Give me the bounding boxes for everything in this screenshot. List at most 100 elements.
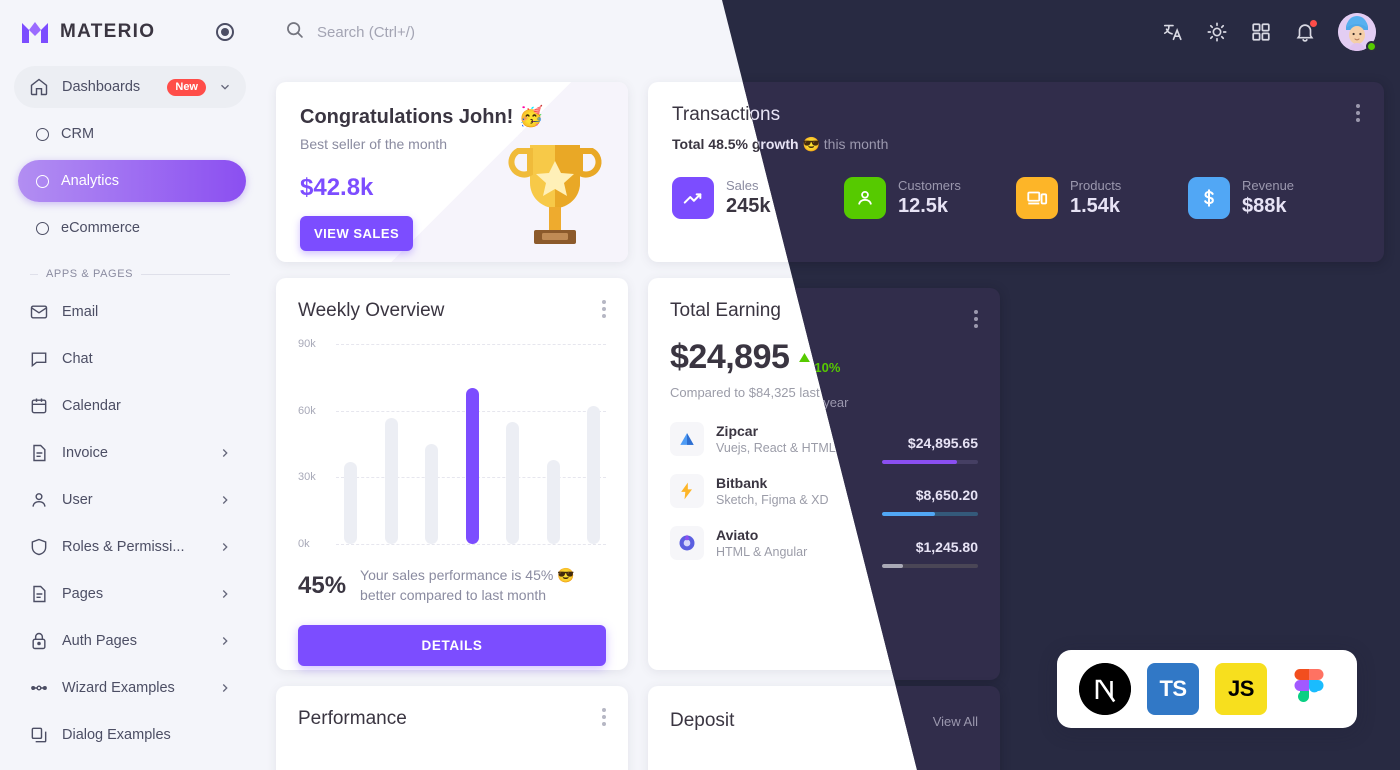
sidebar-item-label: Chat bbox=[62, 351, 93, 367]
more-vertical-icon[interactable] bbox=[602, 708, 606, 726]
translate-icon[interactable] bbox=[1162, 21, 1184, 43]
bitbank-icon bbox=[670, 474, 704, 508]
deposit-view-all-link[interactable]: View All bbox=[933, 714, 978, 729]
weekly-overview-title: Weekly Overview bbox=[298, 300, 445, 321]
search-input[interactable] bbox=[317, 23, 677, 41]
congratulations-card: Congratulations John! 🥳 Best seller of t… bbox=[276, 82, 628, 262]
stat-label: Sales bbox=[726, 178, 759, 193]
sun-icon[interactable] bbox=[1206, 21, 1228, 43]
chevron-right-icon bbox=[218, 587, 232, 601]
performance-percent: 45% bbox=[298, 571, 347, 599]
chevron-right-icon bbox=[218, 681, 232, 695]
transactions-period: this month bbox=[823, 136, 889, 152]
page-title: Congratulations John! 🥳 bbox=[300, 106, 544, 128]
sidebar-item-label: Wizard Examples bbox=[62, 680, 175, 696]
performance-description: Your sales performance is 45% 😎 better c… bbox=[360, 567, 575, 603]
performance-title: Performance bbox=[298, 708, 407, 729]
item-desc: HTML & Angular bbox=[716, 545, 808, 559]
sidebar-item-calendar[interactable]: Calendar bbox=[14, 385, 246, 427]
avatar[interactable] bbox=[1338, 13, 1377, 52]
circle-icon bbox=[36, 127, 49, 141]
bar bbox=[344, 462, 357, 544]
grid-icon[interactable] bbox=[1250, 21, 1272, 43]
chevron-right-icon bbox=[218, 493, 232, 507]
more-vertical-icon[interactable] bbox=[602, 300, 606, 318]
search-icon bbox=[284, 19, 305, 45]
item-name: Aviato bbox=[716, 527, 759, 543]
sidebar-item-dialog-examples[interactable]: Dialog Examples bbox=[14, 714, 246, 756]
tech-logos-panel: TS JS bbox=[1057, 650, 1357, 728]
user-icon bbox=[844, 177, 886, 219]
transactions-emoji: 😎 bbox=[802, 136, 820, 152]
sidebar-item-analytics[interactable]: Analytics bbox=[18, 160, 246, 202]
badge-new: New bbox=[167, 78, 206, 96]
sidebar-item-invoice[interactable]: Invoice bbox=[14, 432, 246, 474]
item-name: Bitbank bbox=[716, 475, 768, 491]
bar bbox=[384, 418, 398, 544]
sidebar-item-roles[interactable]: Roles & Permissi... bbox=[14, 526, 246, 568]
total-earning-amount: $24,895 bbox=[670, 338, 790, 376]
sidebar-header: MATERIO bbox=[0, 0, 260, 64]
item-price: $8,650.20 bbox=[915, 486, 978, 503]
sidebar-item-label: Auth Pages bbox=[62, 633, 137, 649]
stat-label: Revenue bbox=[1242, 178, 1295, 193]
trophy-icon bbox=[500, 133, 610, 258]
transactions-title: Transactions bbox=[722, 104, 1356, 126]
performance-card: Performance bbox=[276, 686, 628, 770]
sidebar-item-label: Invoice bbox=[62, 445, 108, 461]
aviato-icon bbox=[670, 526, 704, 560]
collapse-circle-icon[interactable] bbox=[216, 23, 234, 41]
sidebar-nav: Dashboards New CRM Analytics eCommerce A… bbox=[0, 64, 260, 756]
bar-series bbox=[344, 344, 600, 544]
sidebar-item-wizard-examples[interactable]: Wizard Examples bbox=[14, 667, 246, 709]
dollar-icon bbox=[1188, 177, 1230, 219]
calendar-icon bbox=[28, 395, 50, 417]
sidebar-item-label: Email bbox=[62, 304, 99, 320]
chevron-right-icon bbox=[218, 540, 232, 554]
bar bbox=[506, 422, 519, 544]
app-header bbox=[260, 0, 722, 64]
trending-up-icon bbox=[672, 177, 714, 219]
stat-label: Products bbox=[1070, 178, 1122, 193]
sidebar-item-label: User bbox=[62, 492, 93, 508]
search-bar[interactable] bbox=[260, 19, 722, 45]
more-vertical-icon[interactable] bbox=[1356, 104, 1360, 122]
bell-icon[interactable] bbox=[1294, 19, 1318, 43]
user-icon bbox=[28, 489, 50, 511]
item-price: $1,245.80 bbox=[915, 538, 978, 555]
bar bbox=[587, 406, 600, 544]
stat-revenue: Revenue $88k bbox=[1188, 177, 1360, 219]
details-button[interactable]: DETAILS bbox=[298, 625, 606, 667]
y-tick-90k: 90k bbox=[298, 338, 316, 350]
app-root: MATERIO Dashboards New CRM Analytics eCo… bbox=[0, 0, 1400, 770]
sidebar-item-dashboards[interactable]: Dashboards New bbox=[14, 66, 246, 108]
view-sales-button[interactable]: VIEW SALES bbox=[300, 216, 414, 251]
sidebar-item-pages[interactable]: Pages bbox=[14, 573, 246, 615]
nextjs-logo-icon bbox=[1079, 663, 1131, 715]
circle-icon bbox=[36, 174, 49, 188]
item-desc: Vuejs, React & HTML bbox=[716, 441, 836, 455]
sidebar-item-user[interactable]: User bbox=[14, 479, 246, 521]
sidebar-item-auth-pages[interactable]: Auth Pages bbox=[14, 620, 246, 662]
stat-label: Customers bbox=[898, 178, 961, 193]
sidebar-item-crm[interactable]: CRM bbox=[18, 113, 246, 155]
chevron-right-icon bbox=[218, 634, 232, 648]
home-icon bbox=[28, 76, 50, 98]
brand-name: MATERIO bbox=[60, 21, 156, 42]
sidebar-subnav: CRM Analytics eCommerce bbox=[14, 113, 246, 249]
sidebar-item-email[interactable]: Email bbox=[14, 291, 246, 333]
sidebar-item-label: Analytics bbox=[61, 173, 120, 189]
file-icon bbox=[28, 583, 50, 605]
growth-value: 10% bbox=[814, 360, 841, 375]
item-desc: Sketch, Figma & XD bbox=[716, 493, 829, 507]
item-name: Zipcar bbox=[716, 423, 759, 439]
shield-icon bbox=[28, 536, 50, 558]
materio-logo-icon bbox=[20, 19, 50, 45]
sidebar-item-chat[interactable]: Chat bbox=[14, 338, 246, 380]
devices-icon bbox=[1016, 177, 1058, 219]
javascript-logo-icon: JS bbox=[1215, 663, 1267, 715]
more-vertical-icon[interactable] bbox=[974, 310, 978, 328]
bar bbox=[546, 460, 560, 544]
file-icon bbox=[28, 442, 50, 464]
sidebar-item-ecommerce[interactable]: eCommerce bbox=[18, 207, 246, 249]
